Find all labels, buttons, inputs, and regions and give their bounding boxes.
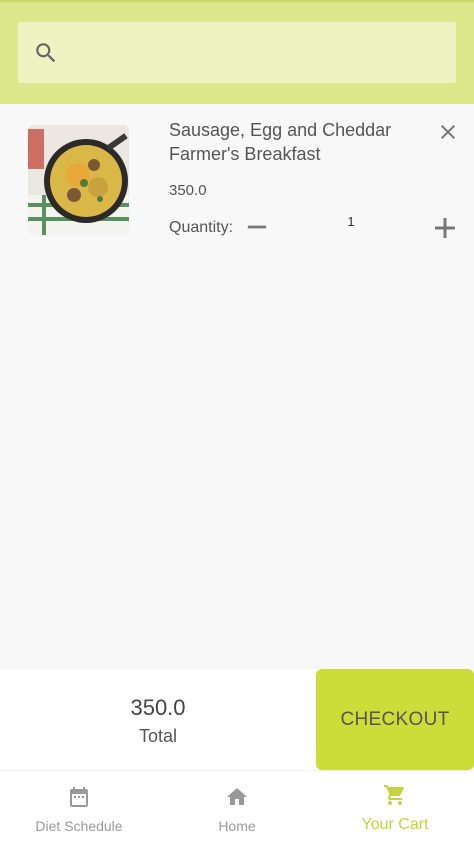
search-header [0, 0, 474, 104]
nav-item-diet-schedule[interactable]: Diet Schedule [0, 771, 158, 841]
nav-item-your-cart[interactable]: Your Cart [316, 771, 474, 841]
quantity-value: 1 [347, 214, 355, 229]
quantity-label: Quantity: [169, 219, 234, 236]
breakfast-skillet-image [28, 125, 129, 235]
minus-icon[interactable] [246, 216, 268, 238]
total-amount: 350.0 [130, 695, 186, 720]
checkout-bar: 350.0 Total CHECKOUT [0, 669, 474, 770]
nav-label-your-cart: Your Cart [361, 816, 429, 833]
close-icon[interactable] [436, 120, 460, 144]
header-top-line [0, 0, 474, 2]
home-icon [227, 788, 247, 805]
app-screen: Sausage, Egg and Cheddar Farmer's Breakf… [0, 0, 474, 841]
total-label: Total [138, 726, 178, 746]
search-icon[interactable] [33, 40, 59, 66]
cart-icon [384, 785, 405, 805]
item-price: 350.0 [169, 182, 207, 199]
bottom-navigation: Diet Schedule Home Your Cart [0, 770, 474, 841]
item-thumbnail[interactable] [28, 125, 129, 235]
cart-item: Sausage, Egg and Cheddar Farmer's Breakf… [0, 104, 474, 254]
search-input[interactable] [70, 30, 444, 76]
plus-icon[interactable] [433, 216, 457, 240]
nav-item-home[interactable]: Home [158, 771, 316, 841]
calendar-icon [70, 787, 88, 807]
nav-label-home: Home [218, 818, 256, 834]
nav-label-diet-schedule: Diet Schedule [35, 818, 123, 834]
checkout-button[interactable]: CHECKOUT [316, 669, 474, 770]
item-title: Sausage, Egg and Cheddar Farmer's Breakf… [169, 120, 392, 164]
